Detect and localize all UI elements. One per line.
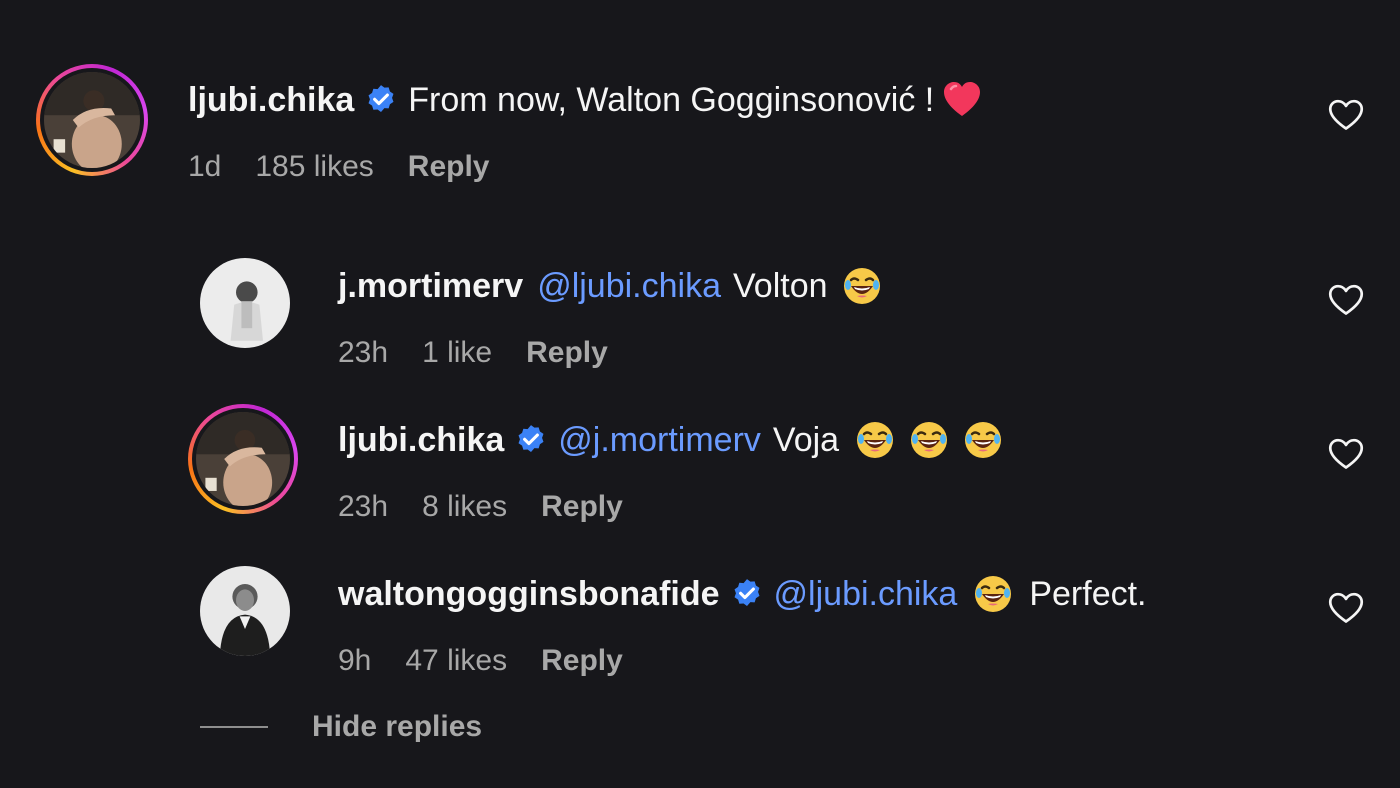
avatar-ljubi-chika[interactable] — [36, 64, 148, 176]
comment-text: From now, Walton Gogginsonović ! — [408, 81, 935, 119]
like-heart-icon[interactable] — [1328, 283, 1364, 317]
previous-content-fragment — [360, 0, 560, 4]
like-heart-icon[interactable] — [1328, 591, 1364, 625]
hide-replies-button[interactable]: Hide replies — [200, 710, 482, 744]
avatar-waltongogginsbonafide[interactable] — [200, 566, 290, 656]
laughing-face-emoji — [911, 422, 948, 458]
comments-thread: ljubi.chika From now, Walton Gogginsonov… — [0, 0, 1400, 788]
comment-text: Voja — [772, 421, 840, 459]
comment-text: Volton — [733, 267, 828, 305]
mention-link[interactable]: @ljubi.chika — [774, 574, 958, 614]
comment-username[interactable]: ljubi.chika — [338, 420, 504, 460]
avatar-j-mortimerv[interactable] — [200, 258, 290, 348]
hide-replies-label: Hide replies — [312, 710, 483, 743]
like-heart-icon[interactable] — [1328, 437, 1364, 471]
laughing-face-emoji — [975, 576, 1012, 612]
profile-photo-icon — [44, 72, 140, 168]
reply-button[interactable]: Reply — [541, 644, 623, 678]
mention-link[interactable]: @ljubi.chika — [537, 266, 721, 306]
reply-button[interactable]: Reply — [408, 150, 490, 184]
comment-time: 9h — [338, 644, 372, 677]
profile-photo-icon — [200, 258, 290, 348]
reply-button[interactable]: Reply — [526, 336, 608, 370]
verified-badge-icon — [368, 85, 394, 113]
comment-time: 23h — [338, 490, 389, 523]
comment-likes[interactable]: 47 likes — [405, 644, 507, 678]
comment-likes[interactable]: 1 like — [422, 336, 492, 370]
profile-photo-icon — [196, 412, 290, 506]
avatar-ljubi-chika[interactable] — [188, 404, 298, 514]
comment-text: Perfect. — [1029, 575, 1147, 613]
verified-badge-icon — [734, 579, 759, 607]
comment-username[interactable]: ljubi.chika — [188, 80, 354, 120]
comment-likes[interactable]: 8 likes — [422, 490, 507, 524]
comment-time: 23h — [338, 336, 389, 369]
mention-link[interactable]: @j.mortimerv — [558, 420, 761, 460]
comment-username[interactable]: j.mortimerv — [338, 266, 523, 306]
comment-likes[interactable]: 185 likes — [255, 150, 373, 184]
hide-replies-divider — [200, 726, 268, 728]
comment-username[interactable]: waltongogginsbonafide — [338, 574, 720, 614]
laughing-face-emoji — [843, 268, 880, 304]
verified-badge-icon — [518, 425, 544, 453]
comment-time: 1d — [188, 150, 222, 183]
profile-photo-icon — [200, 566, 290, 656]
red-heart-emoji — [944, 82, 981, 116]
reply-button[interactable]: Reply — [541, 490, 623, 524]
laughing-face-emoji — [857, 422, 894, 458]
like-heart-icon[interactable] — [1328, 98, 1364, 132]
laughing-face-emoji — [965, 422, 1002, 458]
